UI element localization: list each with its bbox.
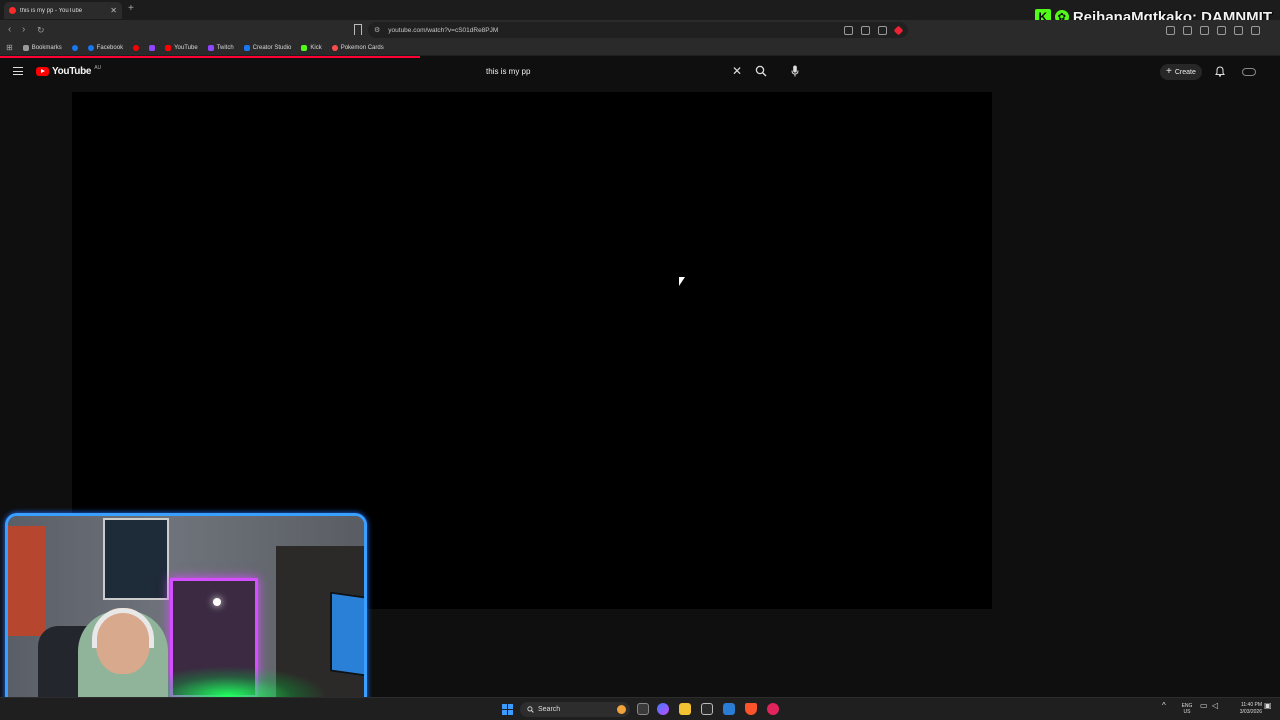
windows-start-icon[interactable] — [502, 704, 513, 715]
country-code: AU — [94, 64, 102, 71]
kick-icon — [301, 44, 308, 51]
red-site-icon — [133, 44, 140, 51]
facebook-icon — [71, 44, 78, 51]
bookmark-item[interactable]: Twitch — [207, 44, 234, 51]
apps-grid-icon[interactable]: ⊞ — [6, 43, 13, 52]
taskbar-search[interactable]: Search — [520, 702, 630, 717]
file-explorer-icon[interactable] — [679, 703, 691, 715]
taskbar-clock[interactable]: 11:40 PM 3/03/2026 — [1228, 702, 1262, 716]
menu-hamburger-icon[interactable] — [13, 67, 23, 75]
account-avatar[interactable] — [1242, 66, 1256, 77]
bookmark-label: Pokemon Cards — [340, 44, 384, 51]
window-icon[interactable] — [1200, 25, 1209, 35]
cast-icon[interactable] — [844, 25, 853, 35]
site-info-icon[interactable]: ⚙ — [374, 26, 380, 34]
reload-icon[interactable]: ↻ — [37, 23, 45, 37]
bookmarks-bar: ⊞ Bookmarks Facebook YouTube Twitch Crea… — [0, 40, 1280, 56]
facebook-icon — [87, 44, 94, 51]
bookmark-label: Facebook — [96, 44, 124, 51]
youtube-favicon-icon — [9, 7, 16, 14]
create-button[interactable]: + Create — [1160, 64, 1202, 80]
share-icon[interactable] — [861, 25, 870, 35]
bookmark-item[interactable]: Kick — [301, 44, 322, 51]
notification-icon[interactable]: ▣ — [1264, 702, 1272, 710]
search-icon[interactable] — [755, 65, 767, 77]
extension-icon[interactable] — [1166, 25, 1175, 35]
taskbar-search-label: Search — [538, 706, 561, 713]
bookmark-item[interactable] — [149, 44, 156, 51]
webcam-overlay — [5, 513, 367, 714]
youtube-wordmark: YouTube — [52, 66, 92, 77]
bookmark-label: Twitch — [216, 44, 234, 51]
notifications-bell-icon[interactable] — [1215, 66, 1225, 77]
clock-time: 11:40 PM — [1240, 702, 1262, 708]
microphone-icon[interactable] — [791, 65, 799, 77]
bookmark-label: Bookmarks — [31, 44, 62, 51]
media-app-icon[interactable] — [767, 703, 779, 715]
store-icon[interactable] — [701, 703, 713, 715]
webcam-light — [213, 598, 221, 606]
pokeball-icon — [331, 44, 338, 51]
menu-icon[interactable] — [1251, 25, 1260, 35]
copilot-icon[interactable] — [657, 703, 669, 715]
back-icon[interactable]: ‹ — [8, 23, 11, 37]
bookmark-item[interactable]: Facebook — [87, 44, 124, 51]
youtube-header: YouTube AU this is my pp ✕ + Create — [0, 58, 1280, 86]
create-label: Create — [1174, 68, 1196, 76]
twitch-icon — [207, 44, 214, 51]
clear-search-icon[interactable]: ✕ — [732, 64, 742, 78]
tray-chevron-icon[interactable]: ^ — [1162, 702, 1166, 710]
forward-icon[interactable]: › — [22, 23, 25, 37]
bookmark-label: YouTube — [174, 44, 198, 51]
edge-icon[interactable] — [723, 703, 735, 715]
avatar-icon — [1242, 67, 1256, 76]
windows-taskbar: Search ^ ENG US ▭ ◁ 11:40 PM 3/03/2026 ▣ — [0, 697, 1280, 720]
bookmark-page-icon[interactable] — [354, 24, 362, 35]
mouse-cursor-icon — [679, 277, 685, 286]
wallet-icon[interactable] — [1217, 25, 1226, 35]
bookmark-item[interactable] — [71, 44, 78, 51]
extension-icons — [844, 24, 904, 36]
bookmark-label: Creator Studio — [252, 44, 292, 51]
search-input[interactable]: this is my pp — [486, 67, 530, 76]
bookmark-item[interactable]: Creator Studio — [243, 44, 292, 51]
browser-tab[interactable]: this is my pp - YouTube ✕ — [4, 2, 122, 19]
bookmark-item[interactable]: Pokemon Cards — [331, 44, 384, 51]
youtube-logo[interactable]: YouTube AU — [36, 64, 102, 77]
creator-studio-icon — [243, 44, 250, 51]
network-icon[interactable]: ▭ — [1200, 702, 1208, 710]
folder-icon — [22, 44, 29, 51]
brave-browser-icon[interactable] — [745, 703, 757, 715]
webcam-jacket — [8, 526, 46, 636]
language-indicator[interactable]: ENG US — [1180, 703, 1194, 715]
youtube-play-icon — [36, 67, 49, 76]
sidebar-icon[interactable] — [1183, 25, 1192, 35]
webcam-monitor — [330, 591, 364, 677]
url-field[interactable]: ⚙ youtube.com/watch?v=cS01dRe8PJM — [368, 22, 908, 38]
tab-title: this is my pp - YouTube — [20, 7, 83, 14]
bookmark-item[interactable]: YouTube — [165, 44, 198, 51]
tab-close-icon[interactable]: ✕ — [110, 6, 117, 15]
search-icon — [527, 706, 534, 713]
new-tab-icon[interactable]: + — [128, 4, 134, 14]
plus-icon: + — [1166, 66, 1172, 77]
clock-date: 3/03/2026 — [1239, 709, 1262, 715]
profile-icon[interactable] — [1234, 25, 1243, 35]
toolbar-icons-right — [1166, 24, 1260, 36]
search-highlight-icon — [617, 705, 626, 714]
youtube-icon — [165, 44, 172, 51]
task-view-icon[interactable] — [637, 703, 649, 715]
bookmark-item[interactable] — [133, 44, 140, 51]
twitch-icon — [149, 44, 156, 51]
webcam-poster — [103, 518, 169, 600]
shield-icon[interactable] — [878, 25, 887, 35]
url-text: youtube.com/watch?v=cS01dRe8PJM — [388, 26, 499, 34]
volume-icon[interactable]: ◁ — [1212, 702, 1218, 710]
bookmark-item[interactable]: Bookmarks — [22, 44, 62, 51]
brave-rewards-icon[interactable] — [893, 25, 904, 35]
bookmark-label: Kick — [310, 44, 322, 51]
language-bottom: US — [1183, 709, 1191, 715]
